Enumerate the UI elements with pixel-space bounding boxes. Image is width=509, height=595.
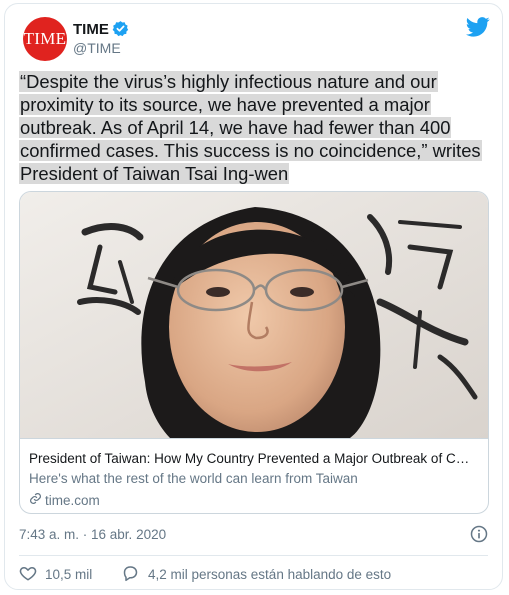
author-name-row[interactable]: TIME [73, 20, 129, 41]
talking-count: 4,2 mil personas están hablando de esto [148, 567, 392, 582]
tweet-card[interactable]: TIME TIME @TIME “Despite the virus’s hig… [4, 3, 503, 590]
avatar-logo-text: TIME [23, 29, 67, 48]
tweet-timestamp[interactable]: 7:43 a. m. · 16 abr. 2020 [19, 527, 166, 542]
conversation-button[interactable]: 4,2 mil personas están hablando de esto [121, 564, 391, 585]
verified-badge-icon [112, 20, 129, 41]
twitter-bird-icon[interactable] [465, 17, 490, 42]
author-name: TIME [73, 21, 109, 38]
article-domain: time.com [45, 492, 100, 508]
article-photo[interactable] [20, 192, 488, 438]
divider [19, 555, 488, 556]
like-count: 10,5 mil [45, 567, 93, 582]
avatar[interactable]: TIME [23, 17, 67, 61]
like-button[interactable]: 10,5 mil [19, 564, 92, 585]
article-description: Here's what the rest of the world can le… [29, 471, 358, 486]
link-icon [29, 492, 42, 508]
link-preview-body[interactable]: President of Taiwan: How My Country Prev… [20, 438, 488, 508]
article-title[interactable]: President of Taiwan: How My Country Prev… [29, 451, 479, 466]
author-handle[interactable]: @TIME [73, 40, 121, 56]
reply-bubble-icon [121, 564, 140, 585]
link-preview-card[interactable]: President of Taiwan: How My Country Prev… [19, 191, 489, 514]
heart-icon [19, 564, 37, 585]
info-icon[interactable] [470, 525, 488, 548]
tweet-text: “Despite the virus’s highly infectious n… [19, 70, 489, 185]
article-source[interactable]: time.com [29, 492, 100, 508]
tweet-text-highlighted: “Despite the virus’s highly infectious n… [19, 71, 482, 184]
